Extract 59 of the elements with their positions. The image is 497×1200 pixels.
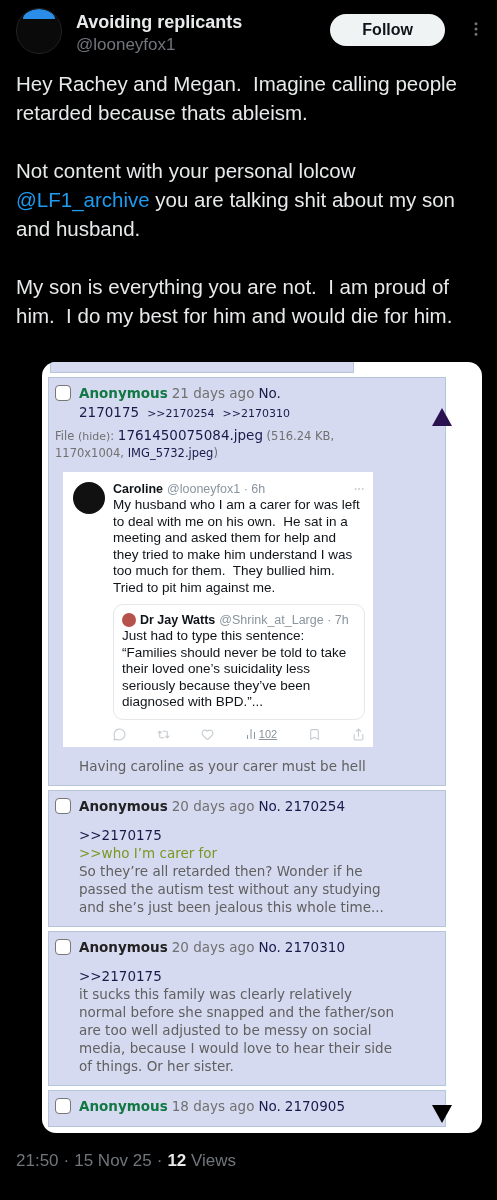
display-name: Avoiding replicants	[76, 12, 244, 33]
quote-text: Just had to type this sentence: “Families should never be told to take their loved one’s suicidality less seriously because they’ve been diagnosed with BPD.”...	[122, 628, 348, 711]
post-date: 20 days ago	[171, 797, 255, 814]
avatar[interactable]	[16, 8, 62, 54]
poster-name: Anonymous	[79, 1097, 168, 1114]
quote-line: >>who I’m carer for	[79, 843, 219, 862]
backlink[interactable]: >>2170310	[222, 407, 290, 420]
file-info: File (hide): 1761450075084.jpeg (516.24 KB, 1170x1004, IMG_5732.jpeg)	[55, 427, 336, 462]
handle: @looneyfox1	[76, 35, 177, 55]
separator: ·	[63, 1150, 70, 1171]
backlink[interactable]: >>2170254	[147, 407, 215, 420]
comment-text: it sucks this family was clearly relatively normal before she snapped and the father/son are too well adjusted to be messy on social media, because I would love to hear their side of things. Or her sister.	[79, 984, 394, 1075]
author-name: Dr Jay Watts	[140, 613, 216, 627]
post-number-label[interactable]: No.	[258, 385, 281, 401]
checkbox[interactable]	[55, 797, 71, 814]
post-number-label[interactable]: No.	[258, 797, 281, 814]
checkbox[interactable]	[55, 1097, 71, 1114]
comment-text: Having caroline as your carer must be hell	[79, 756, 367, 775]
tweet-text: My son is everything you are not. I am proud of him. I do my best for him and would die for him.	[16, 274, 454, 329]
separator: ·	[156, 1150, 163, 1171]
avatar	[73, 482, 105, 514]
checkbox[interactable]	[55, 938, 71, 955]
tweet-text: Not content with your personal lolcow @LF1_archive you are talking shit about my son and husband.	[16, 158, 456, 242]
author-name: Caroline	[113, 482, 163, 496]
poster-name: Anonymous	[79, 938, 168, 955]
post-date: 15 Nov 25	[74, 1150, 152, 1171]
avatar	[122, 613, 136, 627]
poster-name: Anonymous	[79, 797, 168, 814]
reply-link[interactable]: >>2170175	[79, 966, 394, 985]
checkbox[interactable]	[55, 385, 71, 401]
scroll-down-icon[interactable]	[432, 1104, 452, 1123]
post-date: 20 days ago	[171, 938, 255, 955]
attached-screenshot[interactable]	[42, 362, 482, 1133]
post-number[interactable]: 2170175	[79, 404, 140, 420]
view-count: 12 Views	[167, 1150, 237, 1171]
follow-button[interactable]: Follow	[330, 14, 445, 46]
heart-icon	[200, 727, 214, 741]
post-date: 21 days ago	[171, 385, 255, 401]
tweet-text: My husband who I am a carer for was left to deal with me on his own. He sat in a meeting and asked them for help and they tried to make him understand I was too much for them. They bullied him. Tried to pit him against me.	[113, 497, 361, 596]
bookmark-icon	[308, 727, 322, 741]
post-number[interactable]: 2170310	[284, 938, 345, 955]
post-time: 21:50	[16, 1150, 59, 1171]
post-number-label[interactable]: No.	[258, 938, 281, 955]
tweet-text: Hey Rachey and Megan. Imagine calling people retarded because thats ableism.	[16, 71, 459, 126]
tweet-meta: @looneyfox1 · 6h	[167, 482, 267, 496]
tweet-meta: @Shrink_at_Large · 7h	[219, 613, 350, 627]
post-number-label[interactable]: No.	[258, 1097, 281, 1114]
post-number[interactable]: 2170254	[284, 797, 345, 814]
mention-link[interactable]: @LF1_archive	[16, 188, 150, 211]
reply-link[interactable]: >>2170175	[79, 825, 394, 844]
post-date: 18 days ago	[171, 1097, 255, 1114]
share-icon	[351, 727, 365, 741]
comment-text: So they’re all retarded then? Wonder if he passed the autism test without any studying and she’s just been jealous this whole time...	[79, 861, 385, 916]
view-count: 102	[258, 728, 278, 740]
poster-name: Anonymous	[79, 385, 168, 401]
comment-icon	[113, 727, 126, 741]
bar-chart-icon	[244, 728, 257, 740]
post-number[interactable]: 2170905	[284, 1097, 345, 1114]
scroll-up-icon[interactable]	[432, 408, 452, 426]
